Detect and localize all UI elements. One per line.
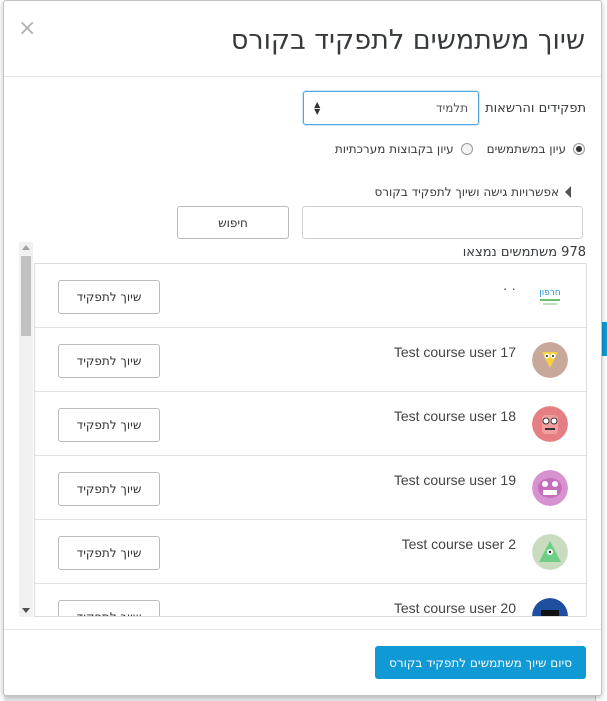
role-select[interactable]: תלמיד ▲ ▼ bbox=[303, 91, 480, 125]
avatar-monster-blue bbox=[532, 598, 568, 616]
avatar-monster-yellow bbox=[532, 342, 568, 378]
assign-users-dialog: שיוך משתמשים לתפקיד בקורס × תפקידים והרש… bbox=[3, 0, 602, 696]
avatar-monster-purple bbox=[532, 470, 568, 506]
role-select-label: תפקידים והרשאות bbox=[485, 100, 586, 116]
view-cohorts-label: עיון בקבוצות מערכתיות bbox=[334, 142, 454, 156]
user-row: Test course user 18 שיוך לתפקיד bbox=[35, 392, 586, 456]
assign-role-button[interactable]: שיוך לתפקיד bbox=[58, 280, 160, 314]
collapse-triangle-icon bbox=[565, 186, 571, 198]
role-select-row: תפקידים והרשאות תלמיד ▲ ▼ bbox=[303, 91, 586, 125]
results-count: 978 משתמשים נמצאו bbox=[462, 245, 586, 260]
role-select-value: תלמיד bbox=[435, 101, 469, 115]
user-name: Test course user 17 bbox=[393, 344, 516, 360]
view-users-radio[interactable] bbox=[573, 143, 585, 155]
user-name: Test course user 18 bbox=[393, 408, 516, 424]
user-name: Test course user 2 bbox=[401, 536, 516, 552]
dialog-title: שיוך משתמשים לתפקיד בקורס bbox=[230, 25, 585, 56]
user-list: חרפון · · שיוך לתפקיד Test course user 1… bbox=[34, 263, 587, 617]
close-icon[interactable]: × bbox=[18, 16, 36, 41]
access-options-label: אפשרויות גישה ושיוך לתפקיד בקורס bbox=[374, 185, 559, 199]
scrollbar-thumb[interactable] bbox=[21, 256, 31, 336]
user-name: Test course user 19 bbox=[393, 472, 516, 488]
scroll-up-icon[interactable] bbox=[22, 245, 30, 250]
dialog-header: שיוך משתמשים לתפקיד בקורס × bbox=[4, 1, 601, 77]
svg-text:חרפון: חרפון bbox=[539, 288, 561, 298]
view-users-option[interactable]: עיון במשתמשים bbox=[487, 142, 585, 156]
view-cohorts-option[interactable]: עיון בקבוצות מערכתיות bbox=[335, 142, 473, 156]
assign-role-button[interactable]: שיוך לתפקיד bbox=[58, 408, 160, 442]
access-options-toggle[interactable]: אפשרויות גישה ושיוך לתפקיד בקורס bbox=[374, 185, 571, 199]
select-arrows-icon: ▲ ▼ bbox=[314, 100, 321, 116]
search-button[interactable]: חיפוש bbox=[177, 206, 289, 239]
user-name: · · bbox=[502, 280, 516, 296]
assign-role-button[interactable]: שיוך לתפקיד bbox=[58, 472, 160, 506]
assign-role-button[interactable]: שיוך לתפקיד bbox=[58, 344, 160, 378]
logo-icon: חרפון bbox=[532, 278, 568, 314]
user-row: Test course user 17 שיוך לתפקיד bbox=[35, 328, 586, 392]
user-row: Test course user 2 שיוך לתפקיד bbox=[35, 520, 586, 584]
user-row: Test course user 19 שיוך לתפקיד bbox=[35, 456, 586, 520]
finish-assign-button[interactable]: סיום שיוך משתמשים לתפקיד בקורס bbox=[375, 646, 586, 679]
view-cohorts-radio[interactable] bbox=[460, 143, 473, 155]
search-input[interactable] bbox=[302, 206, 583, 239]
avatar-monster-green bbox=[532, 534, 568, 570]
dialog-footer: סיום שיוך משתמשים לתפקיד בקורס bbox=[4, 629, 601, 695]
assign-role-button[interactable]: שיוך לתפקיד bbox=[58, 536, 160, 570]
scroll-down-icon[interactable] bbox=[22, 608, 30, 613]
dialog-body: תפקידים והרשאות תלמיד ▲ ▼ עיון במשתמשים ע… bbox=[4, 78, 601, 630]
view-users-label: עיון במשתמשים bbox=[486, 142, 566, 156]
avatar-monster-red bbox=[532, 406, 568, 442]
assign-role-button[interactable]: שיוך לתפקיד bbox=[58, 600, 160, 616]
user-row: Test course user 20 שיוך לתפקיד bbox=[35, 584, 586, 616]
view-mode-options: עיון במשתמשים עיון בקבוצות מערכתיות bbox=[335, 142, 585, 156]
scrollbar[interactable] bbox=[19, 242, 33, 617]
user-row: חרפון · · שיוך לתפקיד bbox=[35, 264, 586, 328]
user-name: Test course user 20 bbox=[393, 600, 516, 616]
